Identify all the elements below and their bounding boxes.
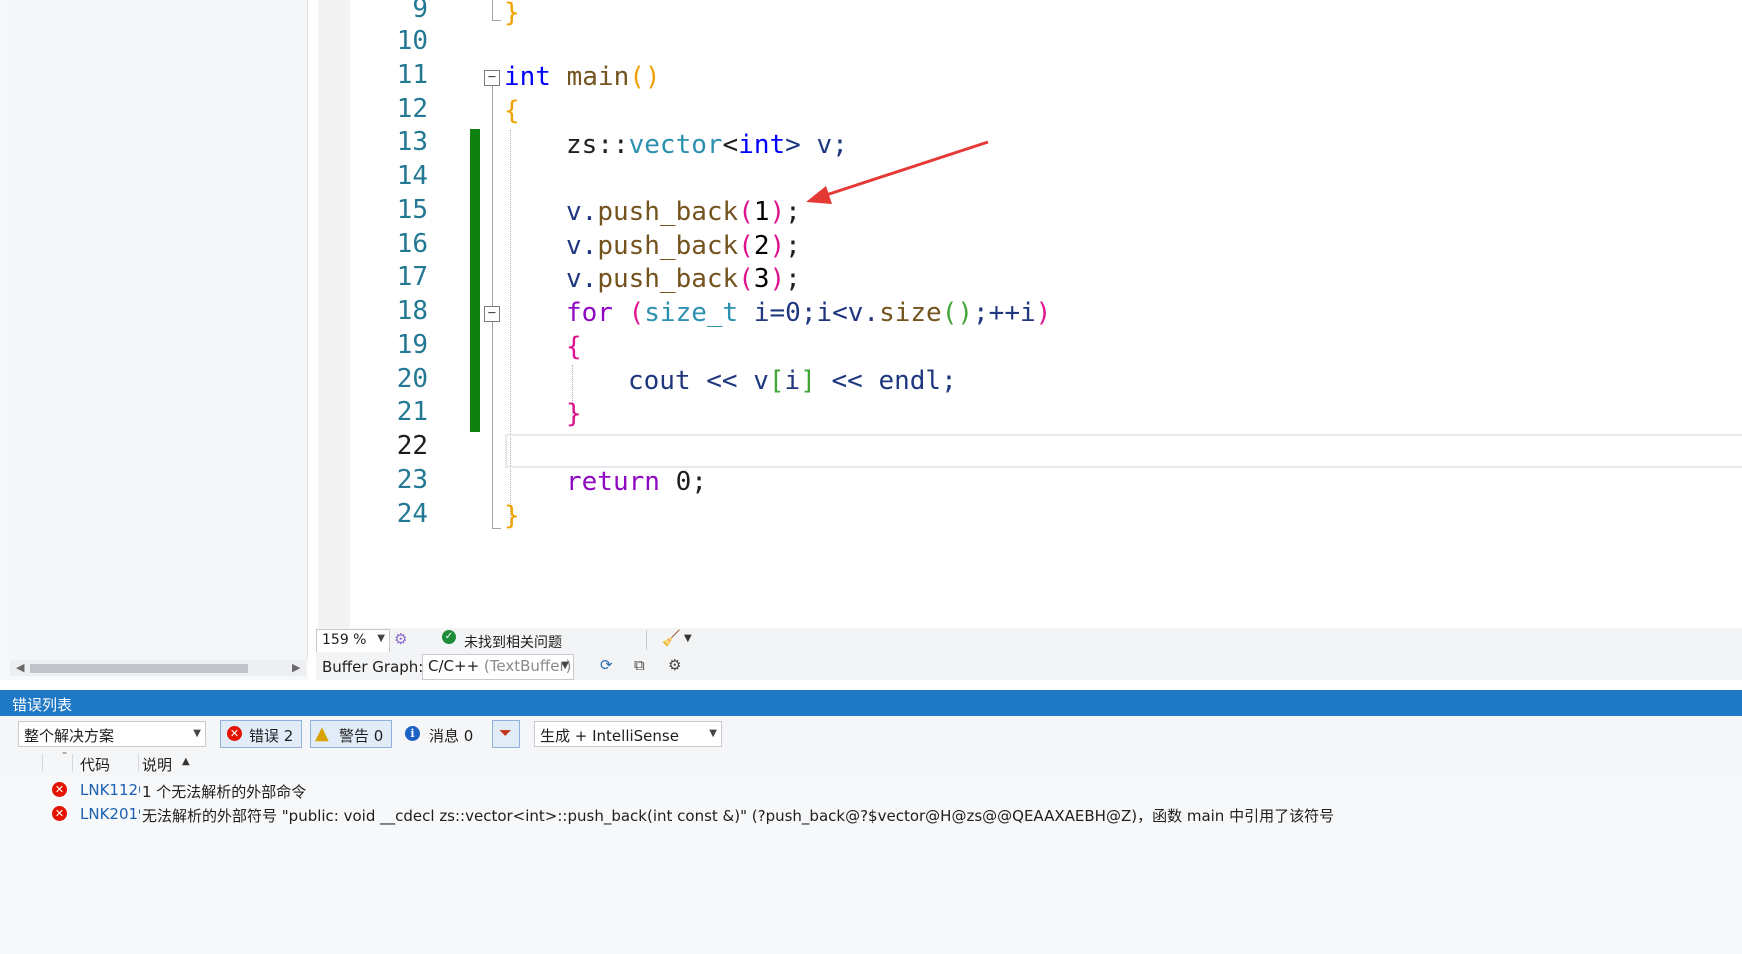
buffer-type-hint: (TextBuffer) xyxy=(483,657,572,675)
error-code-link[interactable]: LNK1120 xyxy=(80,781,140,799)
content-type: C/C++ xyxy=(428,657,480,675)
error-list-titlebar[interactable]: 错误列表 xyxy=(0,690,1742,716)
filter-button[interactable]: ⏷ xyxy=(492,720,520,748)
check-icon: ✓ xyxy=(442,630,456,644)
warnings-count-label: 警告 0 xyxy=(339,727,384,745)
error-description: 1 个无法解析的外部命令 xyxy=(142,783,307,801)
table-row[interactable]: ✕ LNK1120 1 个无法解析的外部命令 xyxy=(0,778,1742,802)
messages-count-label: 消息 0 xyxy=(429,727,474,745)
source-value: 生成 + IntelliSense xyxy=(540,727,679,745)
issues-status[interactable]: 未找到相关问题 xyxy=(464,632,562,652)
chevron-down-icon: ▼ xyxy=(561,660,569,671)
column-divider xyxy=(138,754,139,772)
filter-icon: ⏷ xyxy=(499,723,512,742)
scope-value: 整个解决方案 xyxy=(24,727,115,745)
column-divider xyxy=(72,754,73,772)
info-icon: i xyxy=(405,726,420,741)
table-row[interactable]: ✕ LNK2019 无法解析的外部符号 "public: void __cdec… xyxy=(0,802,1742,826)
chevron-down-icon[interactable]: ▼ xyxy=(684,633,692,644)
buffer-graph-dropdown[interactable]: C/C++ (TextBuffer) ▼ xyxy=(422,654,574,680)
sort-ascending-icon: ▲ xyxy=(182,756,190,767)
zoom-value: 159 % xyxy=(322,632,367,648)
error-list-title: 错误列表 xyxy=(12,696,73,714)
column-divider xyxy=(42,754,43,772)
chevron-down-icon: ▼ xyxy=(193,728,201,739)
zoom-dropdown[interactable]: 159 % ▼ xyxy=(316,629,390,653)
layout-icon[interactable]: ⧉ xyxy=(634,656,645,674)
messages-filter-button[interactable]: i 消息 0 xyxy=(398,720,482,748)
buffer-graph-label: Buffer Graph: xyxy=(322,658,424,676)
error-description: 无法解析的外部符号 "public: void __cdecl zs::vect… xyxy=(142,807,1335,825)
intellicode-icon[interactable]: ⚙ xyxy=(394,630,407,648)
errors-filter-button[interactable]: ✕ 错误 2 xyxy=(220,720,302,748)
column-header-description[interactable]: 说明 xyxy=(142,754,172,775)
separator xyxy=(646,630,647,650)
column-sort-icon[interactable]: ⁼ xyxy=(62,750,67,761)
settings-graph-icon[interactable]: ⚙ xyxy=(668,656,681,674)
error-icon: ✕ xyxy=(227,726,242,741)
column-header-code[interactable]: 代码 xyxy=(80,754,110,775)
warnings-filter-button[interactable]: ▲ 警告 0 xyxy=(310,720,392,748)
error-list-toolbar: 整个解决方案 ▼ ✕ 错误 2 ▲ 警告 0 i 消息 0 ⏷ 生成 + Int… xyxy=(0,716,1742,750)
editor-status-bar: 159 % ▼ ⚙ ✓ 未找到相关问题 🧹 ▼ xyxy=(316,628,1742,653)
error-list-body: ✕ LNK1120 1 个无法解析的外部命令 ✕ LNK2019 无法解析的外部… xyxy=(0,776,1742,954)
error-icon: ✕ xyxy=(52,782,67,797)
source-dropdown[interactable]: 生成 + IntelliSense ▼ xyxy=(534,721,722,747)
error-code-link[interactable]: LNK2019 xyxy=(80,805,140,823)
chevron-down-icon: ▼ xyxy=(377,633,385,644)
buffer-graph-value: C/C++ (TextBuffer) xyxy=(428,657,572,675)
error-list-header: ⁼ 代码 说明 ▲ xyxy=(0,750,1742,777)
annotation-arrow-top xyxy=(806,140,989,204)
errors-count-label: 错误 2 xyxy=(249,727,294,745)
chevron-down-icon: ▼ xyxy=(709,728,717,739)
warning-icon: ▲ xyxy=(315,723,329,744)
cleanup-brush-icon[interactable]: 🧹 xyxy=(662,629,681,647)
error-icon: ✕ xyxy=(52,806,67,821)
refresh-graph-icon[interactable]: ⟳ xyxy=(600,656,613,674)
buffer-graph-toolbar: Buffer Graph: C/C++ (TextBuffer) ▼ ⟳ ⧉ ⚙ xyxy=(316,652,1742,680)
scope-dropdown[interactable]: 整个解决方案 ▼ xyxy=(18,721,206,747)
